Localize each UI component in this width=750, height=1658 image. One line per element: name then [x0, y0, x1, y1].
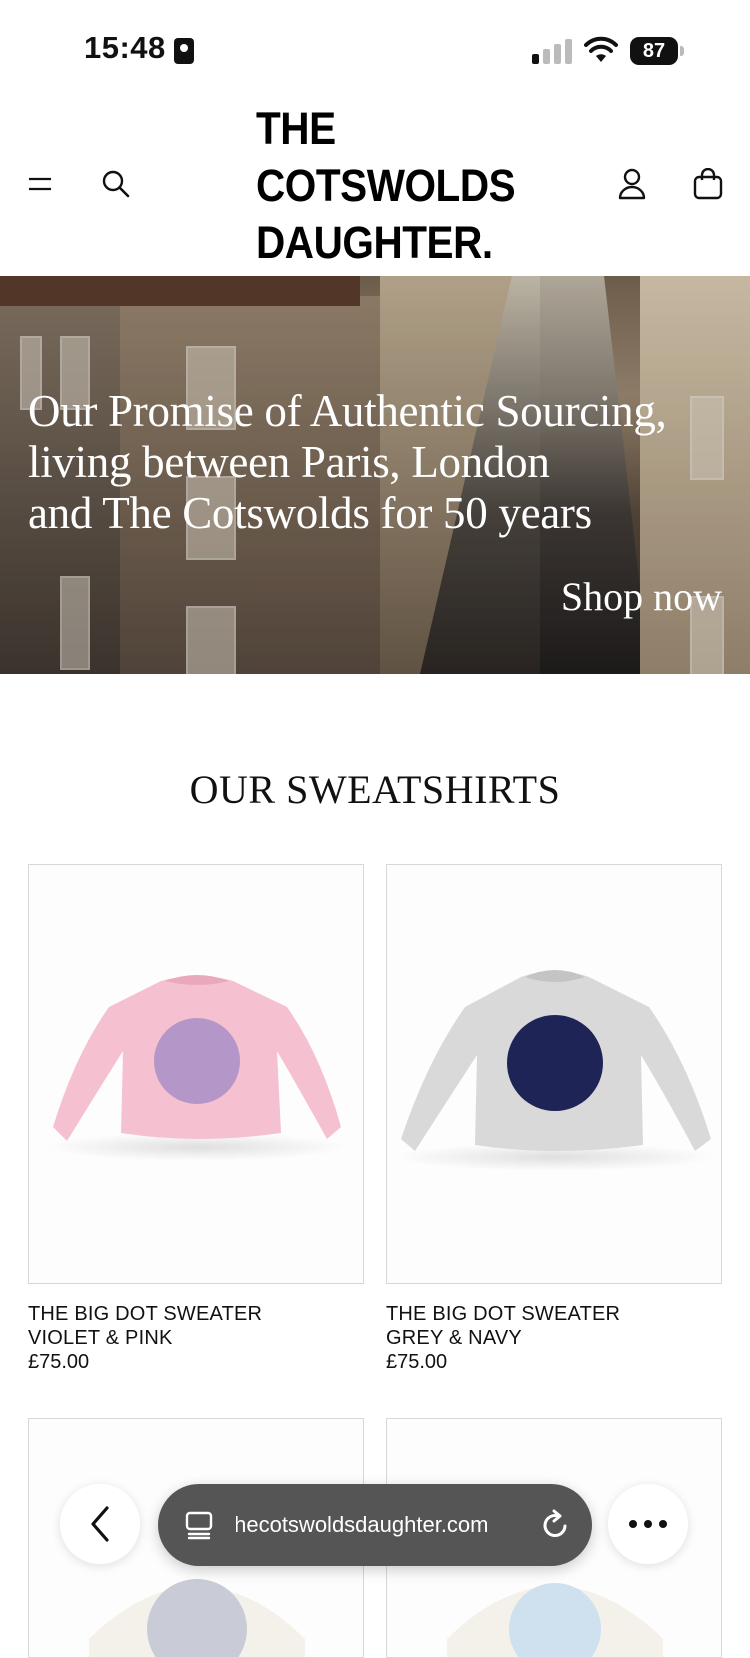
battery-icon: 87 [630, 37, 684, 65]
product-image [395, 970, 715, 1171]
address-bar[interactable]: thecotswoldsdaughter.com [158, 1484, 592, 1566]
reload-icon[interactable] [540, 1508, 572, 1542]
battery-level: 87 [630, 37, 678, 65]
hero-line-3: and The Cotswolds for 50 years [28, 488, 592, 538]
logo-line-1: THE [256, 103, 336, 154]
hero-line-2: living between Paris, London [28, 437, 550, 487]
section-title: OUR SWEATSHIRTS [189, 767, 561, 812]
hero-headline: Our Promise of Authentic Sourcing, livin… [28, 386, 738, 539]
account-icon[interactable] [608, 160, 656, 208]
sweater-dot [507, 1015, 603, 1111]
site-header: THE COTSWOLDS DAUGHTER. [0, 96, 750, 276]
product-name[interactable]: THE BIG DOT SWEATER [28, 1302, 262, 1326]
product-price: £75.00 [386, 1351, 448, 1373]
hero-banner[interactable]: Our Promise of Authentic Sourcing, livin… [0, 276, 750, 674]
logo-line-3: DAUGHTER. [256, 217, 493, 268]
back-button[interactable] [60, 1484, 140, 1564]
hero-line-1: Our Promise of Authentic Sourcing, [28, 386, 667, 436]
bag-icon[interactable] [684, 160, 732, 208]
product-variant[interactable]: GREY & NAVY [386, 1326, 522, 1350]
product-price: £75.00 [28, 1351, 90, 1373]
url-text: thecotswoldsdaughter.com [236, 1512, 489, 1537]
status-bar: 15:48 87 [0, 0, 750, 100]
brand-logo[interactable]: THE COTSWOLDS DAUGHTER. [256, 100, 516, 271]
browser-toolbar: thecotswoldsdaughter.com [0, 1470, 750, 1626]
wifi-icon [584, 36, 618, 62]
product-variant[interactable]: VIOLET & PINK [28, 1326, 173, 1350]
product-card[interactable] [386, 864, 722, 1284]
search-icon[interactable] [92, 160, 140, 208]
sweater-dot [154, 1018, 240, 1104]
product-name[interactable]: THE BIG DOT SWEATER [386, 1302, 620, 1326]
product-image [47, 975, 347, 1161]
shop-now-link[interactable]: Shop now [561, 574, 722, 620]
cellular-signal-icon [532, 39, 572, 64]
status-time: 15:48 [84, 30, 166, 65]
chevron-left-icon [91, 1506, 109, 1542]
contact-badge-icon [174, 38, 194, 64]
logo-line-2: COTSWOLDS [256, 160, 516, 211]
tabs-icon [185, 1511, 213, 1540]
product-card[interactable] [28, 864, 364, 1284]
ellipsis-icon [629, 1520, 667, 1528]
menu-icon[interactable] [16, 160, 64, 208]
more-button[interactable] [608, 1484, 688, 1564]
